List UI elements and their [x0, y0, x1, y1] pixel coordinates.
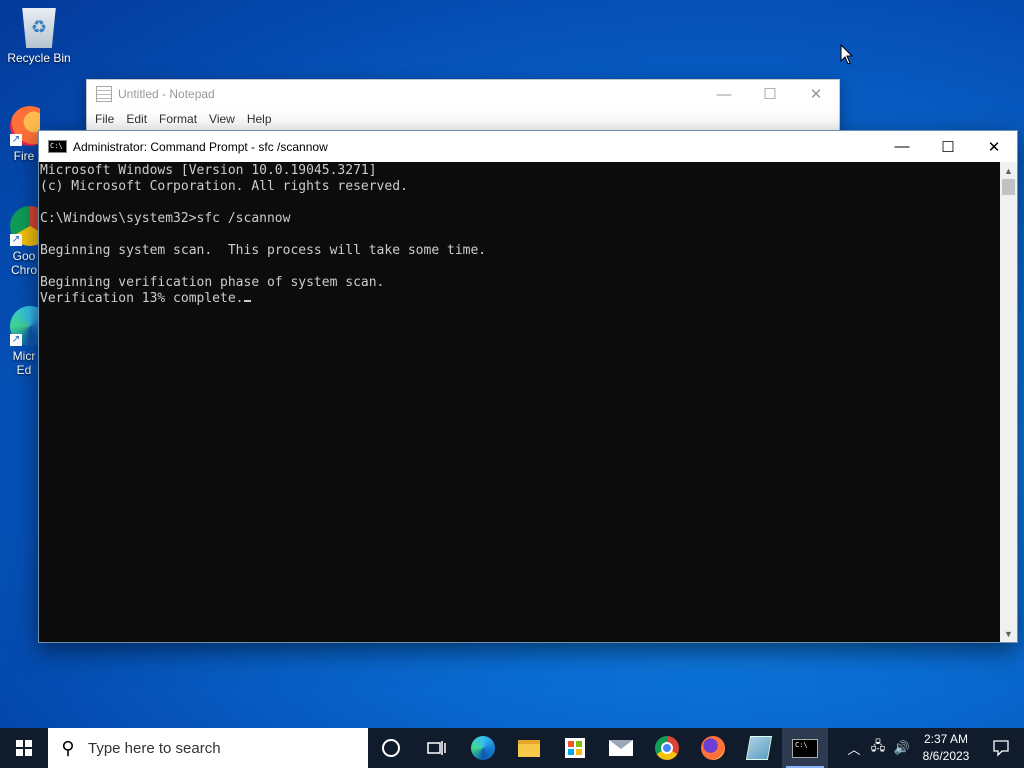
- desktop-icon-firefox[interactable]: ↗ Fire: [0, 106, 40, 163]
- menu-edit[interactable]: Edit: [120, 112, 153, 126]
- console-line: C:\Windows\system32>sfc /scannow: [40, 211, 291, 226]
- clock[interactable]: 2:37 AM 8/6/2023: [914, 731, 978, 765]
- shortcut-arrow-icon: ↗: [10, 334, 22, 346]
- desktop-icon-label: Goo Chro: [10, 249, 37, 277]
- network-icon[interactable]: 🖧: [866, 737, 890, 759]
- console-area[interactable]: Microsoft Windows [Version 10.0.19045.32…: [39, 162, 1000, 642]
- edge-icon: ↗: [10, 306, 40, 346]
- taskbar-cmd[interactable]: C:\: [782, 728, 828, 768]
- maximize-button[interactable]: ☐: [747, 80, 793, 108]
- close-button[interactable]: ✕: [793, 80, 839, 108]
- start-button[interactable]: [0, 728, 48, 768]
- console-line: Microsoft Windows [Version 10.0.19045.32…: [40, 163, 377, 178]
- search-icon: ⚲: [61, 737, 75, 758]
- store-icon: [565, 738, 585, 758]
- search-box[interactable]: ⚲ Type here to search: [48, 728, 368, 768]
- cmd-titlebar[interactable]: C:\ Administrator: Command Prompt - sfc …: [39, 131, 1017, 162]
- task-view-button[interactable]: [414, 728, 460, 768]
- cmd-icon: C:\: [48, 140, 67, 153]
- text-cursor: [243, 300, 251, 302]
- desktop-icon-label: Fire: [13, 149, 35, 163]
- mail-icon: [609, 740, 633, 756]
- notification-icon: [993, 740, 1009, 757]
- desktop-icon-chrome[interactable]: ↗ Goo Chro: [0, 206, 40, 277]
- cmd-icon: C:\: [792, 738, 818, 758]
- task-view-icon: [427, 741, 446, 755]
- desktop-icon-label: Micr Ed: [12, 349, 36, 377]
- cortana-button[interactable]: [368, 728, 414, 768]
- windows-logo-icon: [16, 740, 32, 756]
- console-line: Beginning system scan. This process will…: [40, 243, 487, 258]
- taskbar-chrome[interactable]: [644, 728, 690, 768]
- desktop-icon-edge[interactable]: ↗ Micr Ed: [0, 306, 40, 377]
- maximize-button[interactable]: ☐: [925, 131, 971, 162]
- shortcut-arrow-icon: ↗: [10, 234, 22, 246]
- search-placeholder: Type here to search: [88, 739, 221, 757]
- console-output: Microsoft Windows [Version 10.0.19045.32…: [39, 162, 1000, 307]
- minimize-button[interactable]: —: [701, 80, 747, 108]
- menu-format[interactable]: Format: [153, 112, 203, 126]
- scroll-down-icon[interactable]: ▼: [1000, 625, 1017, 642]
- taskbar-store[interactable]: [552, 728, 598, 768]
- clock-date: 8/6/2023: [922, 749, 970, 763]
- taskbar-mail[interactable]: [598, 728, 644, 768]
- taskbar-edge[interactable]: [460, 728, 506, 768]
- notepad-icon: [745, 736, 773, 760]
- notepad-icon: [96, 86, 112, 102]
- close-button[interactable]: ✕: [971, 131, 1017, 162]
- shortcut-arrow-icon: ↗: [10, 134, 22, 146]
- scroll-thumb[interactable]: [1002, 179, 1015, 195]
- action-center-button[interactable]: [978, 728, 1024, 768]
- show-hidden-icons-chevron-icon[interactable]: ︿: [842, 739, 866, 758]
- file-explorer-icon: [518, 739, 540, 757]
- taskbar-file-explorer[interactable]: [506, 728, 552, 768]
- taskbar: ⚲ Type here to search C:\ ︿ 🖧 🔊 2:37 AM …: [0, 728, 1024, 768]
- notepad-menubar: File Edit Format View Help: [87, 108, 839, 130]
- cmd-title: Administrator: Command Prompt - sfc /sca…: [73, 139, 328, 154]
- menu-file[interactable]: File: [89, 112, 120, 126]
- taskbar-notepad[interactable]: [736, 728, 782, 768]
- clock-time: 2:37 AM: [923, 732, 969, 746]
- chrome-icon: [655, 736, 679, 760]
- menu-help[interactable]: Help: [241, 112, 278, 126]
- command-prompt-window[interactable]: C:\ Administrator: Command Prompt - sfc …: [38, 130, 1018, 643]
- mouse-pointer-icon: [840, 44, 854, 65]
- vertical-scrollbar[interactable]: ▲ ▼: [1000, 162, 1017, 642]
- menu-view[interactable]: View: [203, 112, 241, 126]
- firefox-icon: ↗: [10, 106, 40, 146]
- edge-icon: [471, 736, 495, 760]
- desktop-icon-recycle-bin[interactable]: Recycle Bin: [3, 8, 75, 65]
- console-line: (c) Microsoft Corporation. All rights re…: [40, 179, 408, 194]
- console-line: Beginning verification phase of system s…: [40, 275, 385, 290]
- scroll-up-icon[interactable]: ▲: [1000, 162, 1017, 179]
- desktop-icon-label: Recycle Bin: [7, 51, 71, 65]
- notepad-title: Untitled - Notepad: [118, 87, 215, 101]
- system-tray: ︿ 🖧 🔊 2:37 AM 8/6/2023: [842, 728, 1024, 768]
- chrome-icon: ↗: [10, 206, 40, 246]
- volume-icon[interactable]: 🔊: [890, 740, 914, 756]
- console-line: Verification 13% complete.: [40, 291, 244, 306]
- notepad-titlebar[interactable]: Untitled - Notepad — ☐ ✕: [87, 80, 839, 108]
- taskbar-firefox[interactable]: [690, 728, 736, 768]
- cortana-icon: [382, 739, 400, 757]
- firefox-icon: [701, 736, 725, 760]
- recycle-bin-icon: [22, 8, 56, 48]
- minimize-button[interactable]: —: [879, 131, 925, 162]
